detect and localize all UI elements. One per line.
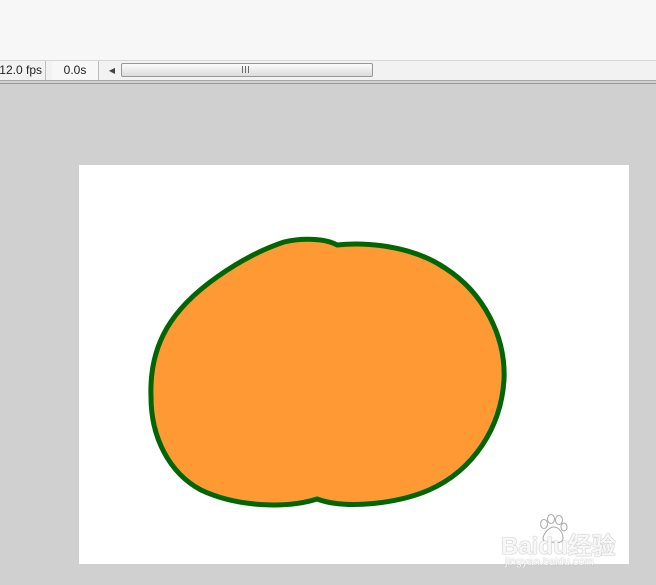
stage-canvas[interactable]	[79, 165, 629, 564]
stage-drawing	[148, 236, 507, 508]
elapsed-time-readout: 0.0s	[52, 61, 99, 80]
scroll-left-arrow-icon[interactable]: ◀	[105, 61, 119, 80]
orange-fruit-shape[interactable]	[148, 236, 507, 508]
frame-rate-readout[interactable]: 12.0 fps	[0, 61, 46, 80]
top-panel	[0, 0, 656, 60]
timeline-status-bar: 12.0 fps 0.0s ◀	[0, 60, 656, 81]
scroll-grip-icon	[242, 66, 251, 73]
timeline-scroll-thumb[interactable]	[121, 63, 373, 77]
